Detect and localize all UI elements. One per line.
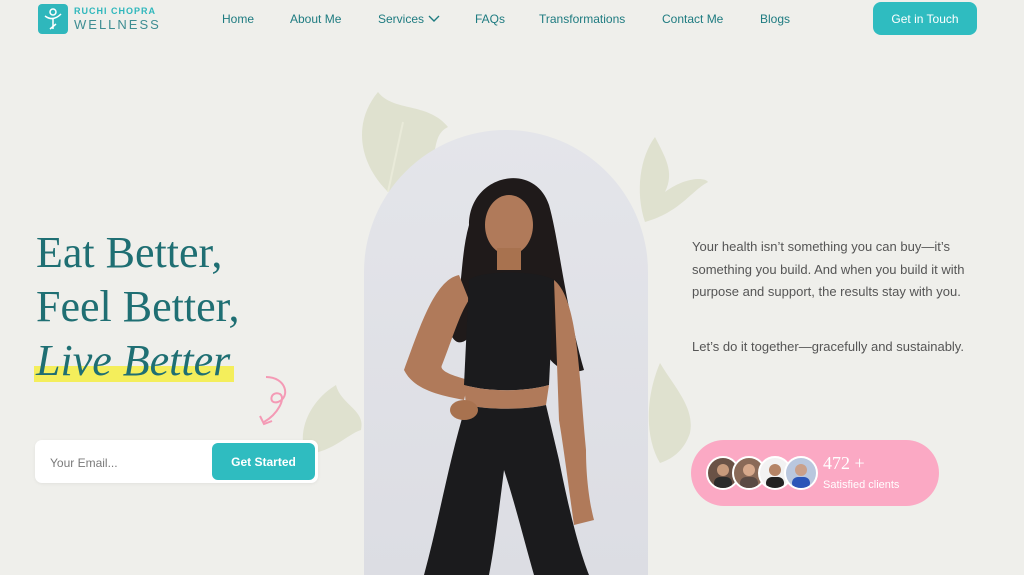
nav-contact[interactable]: Contact Me [662, 12, 723, 26]
email-signup-form: Get Started [35, 440, 318, 485]
headline-line-3-highlighted: Live Better [34, 334, 235, 388]
nav-about[interactable]: About Me [290, 12, 341, 26]
chevron-down-icon [428, 15, 440, 22]
intro-paragraph: Your health isn’t something you can buy—… [692, 239, 965, 299]
nav-services[interactable]: Services [378, 12, 440, 26]
portrait-figure [404, 178, 594, 575]
nav-services-label: Services [378, 12, 425, 26]
leaf-decoration-icon [648, 363, 691, 463]
nav-faqs[interactable]: FAQs [475, 12, 505, 26]
get-started-button[interactable]: Get Started [212, 443, 315, 480]
client-avatars [706, 456, 818, 490]
hero-headline: Eat Better, Feel Better, Live Better [34, 226, 240, 388]
curly-arrow-icon [259, 376, 287, 426]
get-in-touch-button[interactable]: Get in Touch [873, 2, 977, 35]
brand-name-bottom: WELLNESS [74, 17, 161, 32]
satisfied-clients-badge: 472 + Satisfied clients [691, 440, 939, 506]
hero-portrait-image [364, 130, 648, 575]
leaf-decoration-icon [639, 137, 708, 222]
nav-blogs[interactable]: Blogs [760, 12, 790, 26]
nav-transformations[interactable]: Transformations [539, 12, 625, 26]
brand-logo[interactable]: RUCHI CHOPRA WELLNESS [38, 4, 161, 34]
client-count: 472 + [823, 453, 865, 473]
logo-figure-icon [38, 4, 68, 34]
avatar [784, 456, 818, 490]
email-input[interactable] [35, 440, 222, 485]
headline-line-2: Feel Better, [36, 282, 240, 331]
intro-paragraph-2: Let’s do it together—gracefully and sust… [692, 339, 964, 354]
headline-line-1: Eat Better, [36, 228, 223, 277]
client-count-label: Satisfied clients [823, 479, 900, 491]
nav-home[interactable]: Home [222, 12, 254, 26]
brand-name-top: RUCHI CHOPRA [74, 6, 157, 16]
headline-line-3: Live Better [36, 336, 231, 385]
